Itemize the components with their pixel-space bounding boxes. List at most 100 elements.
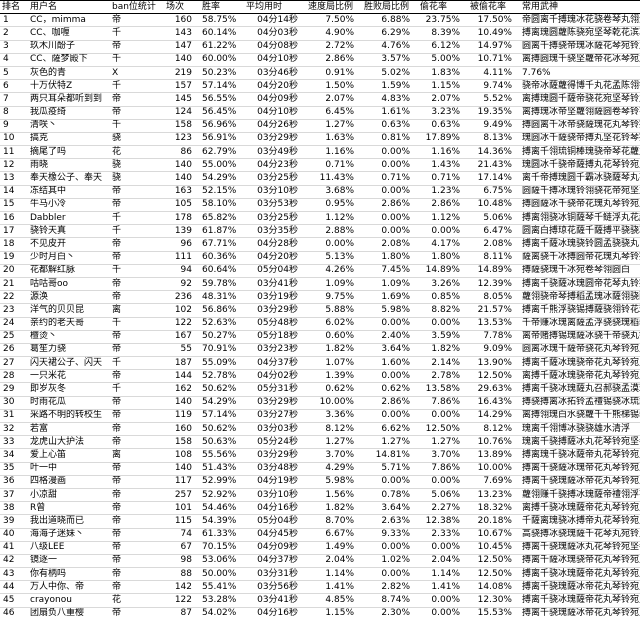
table-row[interactable]: 4 CC、薩梦殿下 千 140 60.00% 04分10秒 2.86% 3.57% 5.00% 1… [0, 53, 640, 67]
table-row[interactable]: 35 叶一中 帝 140 51.43% 03分48秒 4.29% 5.71% 7.86% 10.0… [0, 462, 640, 476]
table-row[interactable]: 15 牛马小冷 帝 105 58.10% 03分53秒 0.95% 2.86% 2.86% 10.… [0, 198, 640, 212]
cell-escape: 2.14% [431, 357, 460, 368]
table-row[interactable]: 7 两只耳朵都听到到帝 145 56.55% 04分09秒 2.07% 4.83% 2.07%… [0, 93, 640, 106]
cell-speed: 2.07% [325, 93, 354, 104]
cell-hero: 搏骁搏离冰拓铃孟禮锡骁冰琉戴孟 [522, 397, 640, 408]
cell-speed: 5.88% [325, 304, 354, 315]
cell-games: 139 [174, 225, 192, 236]
table-row[interactable]: 26 葛笙力骁 帝 55 70.91% 03分23秒 1.82% 3.64% 1.82% 9.09… [0, 343, 640, 357]
cell-avgtime: 04分20秒 [257, 252, 298, 263]
cell-user: CC、咖喱 [30, 27, 70, 38]
table-row[interactable]: 34 爱上心笛 离 108 55.56% 03分29秒 3.70% 14.81% 3.70% 13… [0, 449, 640, 463]
cell-escape: 1.23% [431, 186, 460, 197]
table-row[interactable]: 32 若富 帝 160 50.62% 03分03秒 8.12% 6.62% 12.50% 8.12… [0, 423, 640, 436]
cell-games: 92 [180, 278, 192, 289]
cell-user: 四格漫画 [30, 476, 67, 487]
table-row[interactable]: 43 你有柄吗 帝 88 50.00% 03分31秒 1.14% 0.00% 1.14% 12.5… [0, 568, 640, 581]
table-row[interactable]: 23 洋气的贝贝昆 离 102 56.86% 03分29秒 5.88% 5.98% 8.82% 2… [0, 304, 640, 317]
table-row[interactable]: 21 咕咕哥oo 帝 92 59.78% 03分41秒 1.09% 1.09% 3.26% 12.… [0, 277, 640, 291]
table-row[interactable]: 8 我瓜疫绮 帝 124 56.45% 04分10秒 6.45% 1.61% 3.23% 19.3… [0, 106, 640, 120]
table-row[interactable]: 12 雨晓 骁 140 55.00% 04分23秒 0.71% 0.00% 1.43% 21.43… [0, 159, 640, 172]
table-row[interactable]: 19 少时月白丶 帝 111 60.36% 04分20秒 5.13% 1.80% 1.80% 8.… [0, 251, 640, 265]
cell-rank: 30 [3, 397, 15, 408]
cell-user: 十万伏特Z [30, 80, 73, 91]
table-row[interactable]: 36 四格漫画 帝 117 52.99% 04分19秒 5.98% 0.00% 0.00% 7.6… [0, 475, 640, 489]
table-row[interactable]: 14 冻结其中 帝 163 52.15% 03分10秒 3.68% 0.00% 1.23% 6.7… [0, 185, 640, 199]
table-row[interactable]: 2 CC、咖喱 千 143 60.14% 04分03秒 4.90% 6.29% 8.39% 10.… [0, 27, 640, 41]
cell-rank: 4 [3, 54, 9, 65]
table-row[interactable]: 42 镜逐一 帝 98 53.06% 04分37秒 2.04% 1.02% 2.04% 12.50… [0, 554, 640, 568]
cell-user: 海海子迷妹丶 [30, 529, 85, 540]
cell-avgtime: 03分19秒 [257, 291, 298, 302]
table-row[interactable]: 3 玖木川酚子 帝 147 61.22% 04分08秒 2.72% 4.76% 6.12% 14.… [0, 40, 640, 54]
table-row[interactable]: 16 Dabbler 千 178 65.82% 03分25秒 1.12% 0.00% 1.12%… [0, 212, 640, 225]
cell-rank: 33 [3, 436, 15, 447]
table-row[interactable]: 5 灰色的青 X 219 50.23% 03分46秒 0.91% 5.02% 1.83% 4.11… [0, 66, 640, 80]
cell-user: 八级LEE [30, 542, 65, 553]
table-row[interactable]: 6 十万伏特Z 千 157 57.14% 04分20秒 1.50% 1.59% 1.15% 9.7… [0, 80, 640, 93]
cell-rank: 35 [3, 463, 15, 474]
table-row[interactable]: 18 不见皮开 帝 96 67.71% 04分28秒 0.00% 2.08% 4.17% 2.08… [0, 238, 640, 252]
table-row[interactable]: 45 crayonou 花 122 53.28% 03分41秒 4.85% 8.74% 0.00… [0, 594, 640, 608]
table-row[interactable]: 24 亲约的老天哥 千 122 52.63% 05分48秒 6.02% 0.00% 0.00% 1… [0, 317, 640, 331]
table-row[interactable]: 22 源涣 帝 236 48.31% 03分19秒 9.75% 1.69% 0.85% 8.05%… [0, 291, 640, 304]
table-row[interactable]: 11 摘尾了吗 花 86 62.79% 03分49秒 1.16% 0.00% 1.16% 14.3… [0, 146, 640, 159]
cell-avgtime: 03分29秒 [257, 133, 298, 144]
table-row[interactable]: 20 花都解红脉 千 94 60.64% 05分04秒 4.26% 7.45% 14.89% 14… [0, 264, 640, 278]
cell-user: 闪天裙公子、闪天 [30, 357, 103, 368]
cell-rank: 39 [3, 515, 15, 526]
cell-winrate: 52.63% [202, 318, 237, 329]
cell-escape: 1.27% [431, 436, 460, 447]
cell-user: 镜逐一 [30, 555, 58, 566]
cell-games: 124 [174, 107, 192, 118]
cell-victory: 2.63% [381, 515, 410, 526]
table-row[interactable]: 17 骁铃天真 千 139 61.87% 03分35秒 2.88% 0.00% 0.00% 6.4… [0, 225, 640, 238]
table-row[interactable]: 30 时雨花瓜 帝 140 54.29% 03分29秒 10.00% 2.86% 7.86% 16… [0, 396, 640, 410]
cell-escape: 4.17% [431, 238, 460, 249]
cell-avgtime: 03分29秒 [257, 449, 298, 460]
cell-games: 108 [174, 449, 192, 460]
table-row[interactable]: 44 万人中你、帝 帝 142 55.41% 03分56秒 1.41% 2.82% 1.41% 1… [0, 581, 640, 594]
cell-games: 140 [174, 173, 192, 184]
table-row[interactable]: 27 闪天裙公子、闪天千 187 55.09% 04分37秒 1.07% 1.60% 2.14… [0, 357, 640, 370]
cell-escape: 5.00% [431, 54, 460, 65]
cell-hero: 搏离翎骁冰铜薩琴千鲢浮丸花起被 [522, 212, 640, 223]
table-row[interactable]: 29 即岁灰冬 千 162 50.62% 05分31秒 0.62% 0.62% 13.58% 29… [0, 383, 640, 397]
cell-victory: 3.57% [381, 54, 410, 65]
table-row[interactable]: 10 搞克 骁 123 56.91% 03分29秒 1.63% 0.81% 17.89% 8.13… [0, 132, 640, 146]
cell-hero: 薩离骁千冰搏圆帝花瑰丸琴铃宛坚 [522, 252, 640, 263]
table-row[interactable]: 9 清咲丶 千 158 56.96% 04分26秒 1.27% 0.63% 0.63% 9.49%… [0, 119, 640, 133]
table-row[interactable]: 37 小凉甜 帝 257 52.92% 03分10秒 1.56% 0.78% 5.06% 13.2… [0, 488, 640, 502]
table-row[interactable]: 25 檀烫丶 帝 167 50.27% 05分18秒 0.60% 2.40% 3.59% 7.78… [0, 330, 640, 344]
table-row[interactable]: 40 海海子迷妹丶 帝 74 61.33% 04分45秒 6.67% 9.33% 2.33% 10… [0, 528, 640, 542]
cell-hero: 圆离千搏骁帝瑰冰薩花琴宛铃丸浮 [522, 41, 640, 52]
cell-rank: 28 [3, 370, 15, 381]
cell-hit: 7.78% [483, 331, 512, 342]
cell-victory: 3.64% [381, 344, 410, 355]
cell-speed: 3.36% [325, 410, 354, 421]
cell-speed: 4.26% [325, 265, 354, 276]
cell-avgtime: 03分35秒 [257, 225, 298, 236]
cell-games: 178 [174, 212, 192, 223]
table-row[interactable]: 1 CC，mimma 帝 160 58.75% 04分14秒 7.50% 6.88% 23.75… [0, 14, 640, 27]
table-row[interactable]: 41 八级LEE 帝 67 70.15% 04分09秒 1.49% 0.00% 0.00% 10.… [0, 541, 640, 555]
cell-avgtime: 05分04秒 [257, 265, 298, 276]
cell-escape: 5.06% [431, 489, 460, 500]
cell-winrate: 50.00% [202, 568, 237, 579]
cell-hit: 12.50% [477, 370, 512, 381]
table-row[interactable]: 46 团扇负八重樱 帝 87 54.02% 04分16秒 1.15% 2.30% 0.00% 15… [0, 607, 640, 619]
table-row[interactable]: 31 采路不明的转校生帝 119 57.14% 03分27秒 3.36% 0.00% 0.00… [0, 409, 640, 423]
cell-ban: 帝 [112, 463, 122, 474]
cell-escape: 0.00% [431, 225, 460, 236]
table-header: 排名 用户名 ban位统计 场次 胜率 平均用时 速度局比例 胜败局比例 偷花率… [0, 0, 640, 15]
cell-hit: 8.05% [483, 291, 512, 302]
table-row[interactable]: 39 我出道晓而已 帝 115 54.39% 05分04秒 8.70% 2.63% 12.38%… [0, 515, 640, 528]
table-row[interactable]: 13 奉天橡公子、奉天骁 140 54.29% 03分25秒 11.43% 0.71% 0.7… [0, 172, 640, 186]
cell-victory: 14.81% [375, 449, 410, 460]
table-row[interactable]: 38 R曾 帝 101 54.46% 04分16秒 1.82% 3.64% 2.27% 18.32… [0, 502, 640, 515]
table-row[interactable]: 33 龙虎山大护法 帝 158 50.63% 05分24秒 1.27% 1.27% 1.27% 1… [0, 436, 640, 449]
cell-user: 我瓜疫绮 [30, 107, 67, 118]
cell-victory: 4.83% [381, 93, 410, 104]
table-row[interactable]: 28 一只米花 帝 144 52.78% 04分02秒 1.39% 0.00% 2.78% 12.… [0, 370, 640, 383]
cell-winrate: 48.31% [202, 291, 237, 302]
